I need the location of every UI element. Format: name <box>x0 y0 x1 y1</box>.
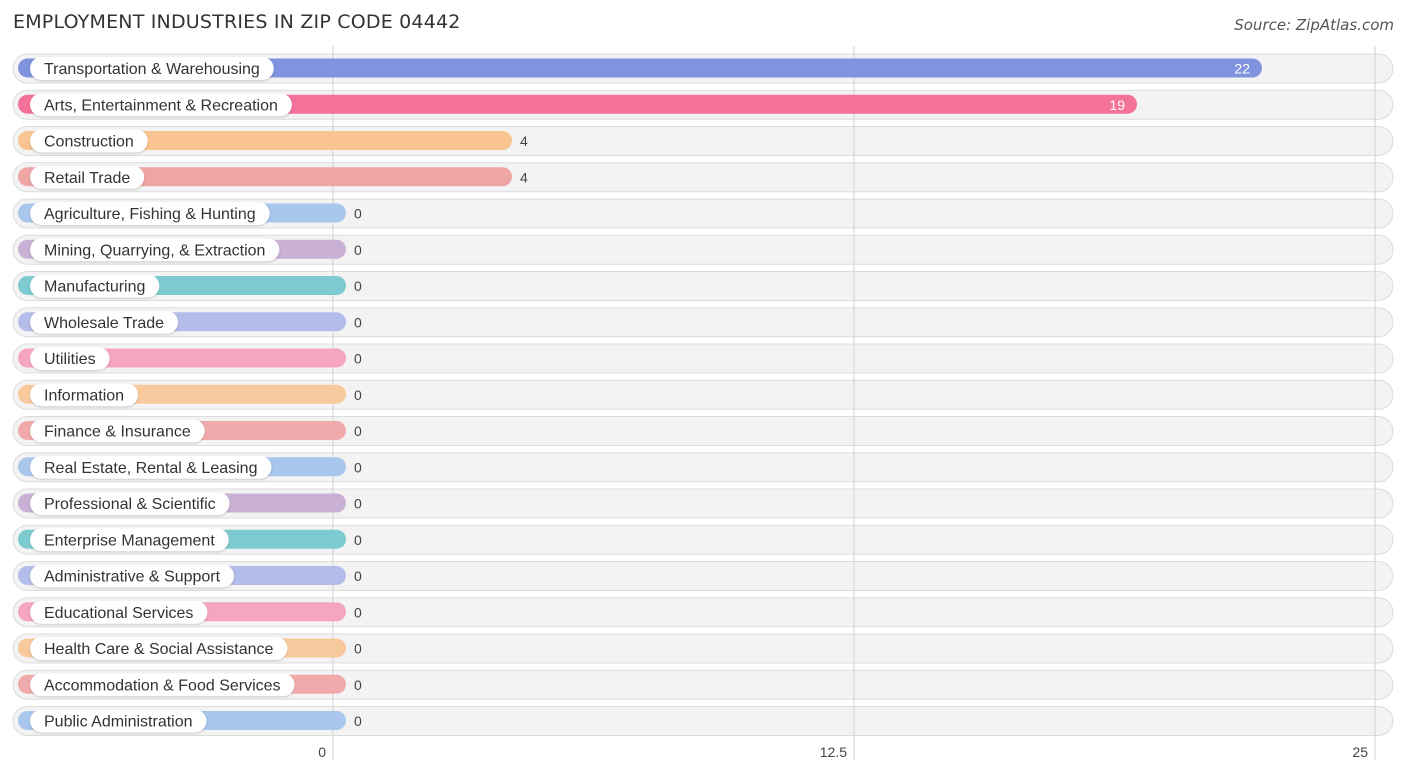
bar-group: Mining, Quarrying, & Extraction 0 <box>18 238 362 262</box>
value-label: 19 <box>1109 97 1125 113</box>
category-label: Administrative & Support <box>44 569 221 586</box>
category-label: Wholesale Trade <box>44 315 164 332</box>
bar-group: Manufacturing 0 <box>18 274 362 298</box>
bar-group: Accommodation & Food Services 0 <box>18 673 362 697</box>
bar-group: Finance & Insurance 0 <box>18 419 362 443</box>
value-label: 0 <box>354 459 362 475</box>
bar-chart: Transportation & Warehousing 22 Arts, Ente… <box>12 46 1394 760</box>
value-label: 0 <box>354 351 362 367</box>
x-axis-ticks: 0 12.5 25 <box>318 744 1368 760</box>
category-label: Information <box>44 387 124 404</box>
category-label: Arts, Entertainment & Recreation <box>44 97 278 114</box>
bar-group: Transportation & Warehousing 22 <box>18 57 1262 80</box>
category-label: Retail Trade <box>44 170 130 187</box>
value-label: 0 <box>354 568 362 584</box>
category-label: Accommodation & Food Services <box>44 677 281 694</box>
value-label: 0 <box>354 677 362 693</box>
x-tick-label: 25 <box>1352 744 1368 760</box>
category-label: Manufacturing <box>44 279 145 296</box>
bar-group: Health Care & Social Assistance 0 <box>18 637 362 660</box>
category-label: Transportation & Warehousing <box>44 61 260 78</box>
value-label: 0 <box>354 713 362 729</box>
category-label: Enterprise Management <box>44 532 215 549</box>
bar-group: Agriculture, Fishing & Hunting 0 <box>18 202 362 225</box>
x-tick-label: 12.5 <box>820 744 847 760</box>
bar-group: Wholesale Trade 0 <box>18 310 362 334</box>
bar-group: Enterprise Management 0 <box>18 528 362 552</box>
bar-group: Public Administration 0 <box>18 709 362 733</box>
category-label: Public Administration <box>44 714 193 731</box>
value-label: 0 <box>354 532 362 548</box>
value-label: 0 <box>354 641 362 657</box>
category-label: Professional & Scientific <box>44 496 216 513</box>
bar-group: Professional & Scientific 0 <box>18 492 362 515</box>
value-label: 0 <box>354 387 362 403</box>
value-label: 0 <box>354 314 362 330</box>
bar-group: Educational Services 0 <box>18 600 362 624</box>
category-label: Mining, Quarrying, & Extraction <box>44 242 265 259</box>
category-label: Agriculture, Fishing & Hunting <box>44 206 256 223</box>
category-label: Real Estate, Rental & Leasing <box>44 460 257 477</box>
category-label: Utilities <box>44 351 96 368</box>
value-label: 0 <box>354 242 362 258</box>
value-label: 0 <box>354 496 362 512</box>
bar-group: Arts, Entertainment & Recreation 19 <box>18 93 1137 117</box>
value-label: 0 <box>354 206 362 222</box>
category-label: Construction <box>44 134 134 151</box>
bar-group: Retail Trade 4 <box>18 165 528 189</box>
bar-group: Administrative & Support 0 <box>18 564 362 588</box>
bar-group: Information 0 <box>18 383 362 407</box>
value-label: 4 <box>520 169 528 185</box>
bar-group: Real Estate, Rental & Leasing 0 <box>18 455 362 479</box>
bar-group: Utilities 0 <box>18 347 362 370</box>
value-label: 0 <box>354 423 362 439</box>
category-label: Health Care & Social Assistance <box>44 641 274 658</box>
category-label: Finance & Insurance <box>44 424 191 441</box>
value-label: 0 <box>354 604 362 620</box>
value-label: 0 <box>354 278 362 294</box>
bar-group: Construction 4 <box>18 129 528 153</box>
value-label: 22 <box>1234 61 1250 77</box>
value-label: 4 <box>520 133 528 149</box>
x-tick-label: 0 <box>318 744 326 760</box>
category-label: Educational Services <box>44 605 193 622</box>
